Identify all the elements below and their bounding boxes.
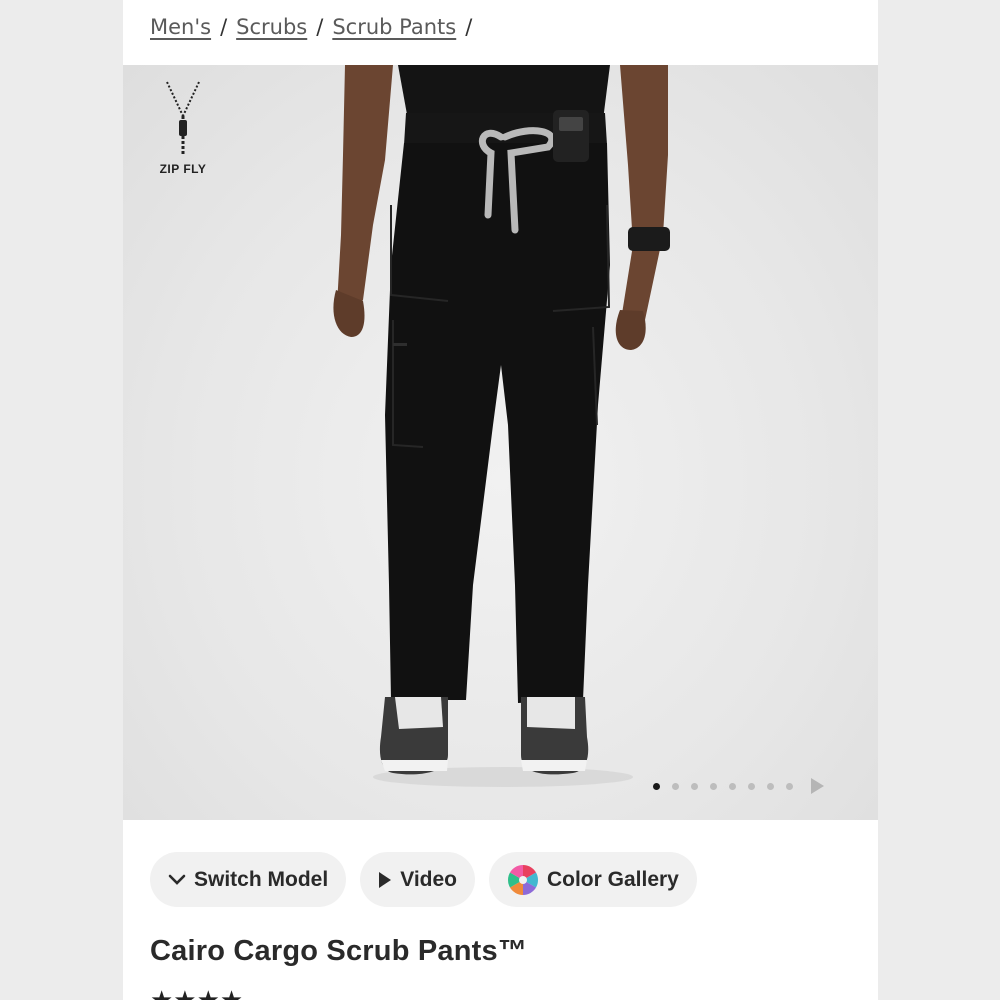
play-icon — [378, 871, 392, 889]
breadcrumb-link-scrub-pants[interactable]: Scrub Pants — [332, 15, 456, 39]
color-wheel-icon — [507, 864, 539, 896]
carousel-dot[interactable] — [767, 782, 774, 790]
switch-model-button[interactable]: Switch Model — [150, 852, 347, 907]
left-margin — [0, 0, 123, 1000]
zip-fly-label: ZIP FLY — [159, 162, 207, 176]
carousel-dot[interactable] — [710, 782, 717, 790]
carousel-dot[interactable] — [672, 782, 679, 790]
color-gallery-label: Color Gallery — [546, 867, 679, 891]
zip-fly-badge: ZIP FLY — [153, 80, 213, 180]
breadcrumb-separator: / — [316, 15, 324, 39]
video-button[interactable]: Video — [360, 852, 475, 907]
carousel-dot[interactable] — [729, 782, 736, 790]
breadcrumb-separator: / — [465, 15, 473, 39]
media-actions: Switch Model Video Color Gallery — [150, 852, 697, 907]
breadcrumb: Men's / Scrubs / Scrub Pants / — [150, 12, 472, 42]
product-page: Men's / Scrubs / Scrub Pants / ZIP FLY S… — [123, 0, 878, 1000]
product-title: Cairo Cargo Scrub Pants™ — [150, 935, 528, 967]
breadcrumb-link-mens[interactable]: Men's — [150, 15, 211, 39]
breadcrumb-separator: / — [220, 15, 228, 39]
carousel-dot[interactable] — [691, 782, 698, 790]
breadcrumb-link-scrubs[interactable]: Scrubs — [236, 15, 307, 39]
product-image[interactable]: ZIP FLY — [123, 65, 878, 820]
carousel-pagination — [653, 778, 824, 794]
play-right-icon[interactable] — [811, 778, 824, 794]
rating-stars[interactable]: ★★★★ — [150, 988, 243, 1000]
right-margin — [878, 0, 1000, 1000]
model-photo — [333, 65, 670, 787]
color-gallery-button[interactable]: Color Gallery — [488, 852, 697, 907]
switch-model-label: Switch Model — [194, 867, 329, 891]
carousel-dot[interactable] — [786, 782, 793, 790]
video-label: Video — [400, 867, 457, 891]
carousel-dot[interactable] — [653, 782, 660, 790]
carousel-dot[interactable] — [748, 782, 755, 790]
chevron-down-icon — [168, 874, 186, 886]
zipper-icon — [166, 81, 200, 154]
